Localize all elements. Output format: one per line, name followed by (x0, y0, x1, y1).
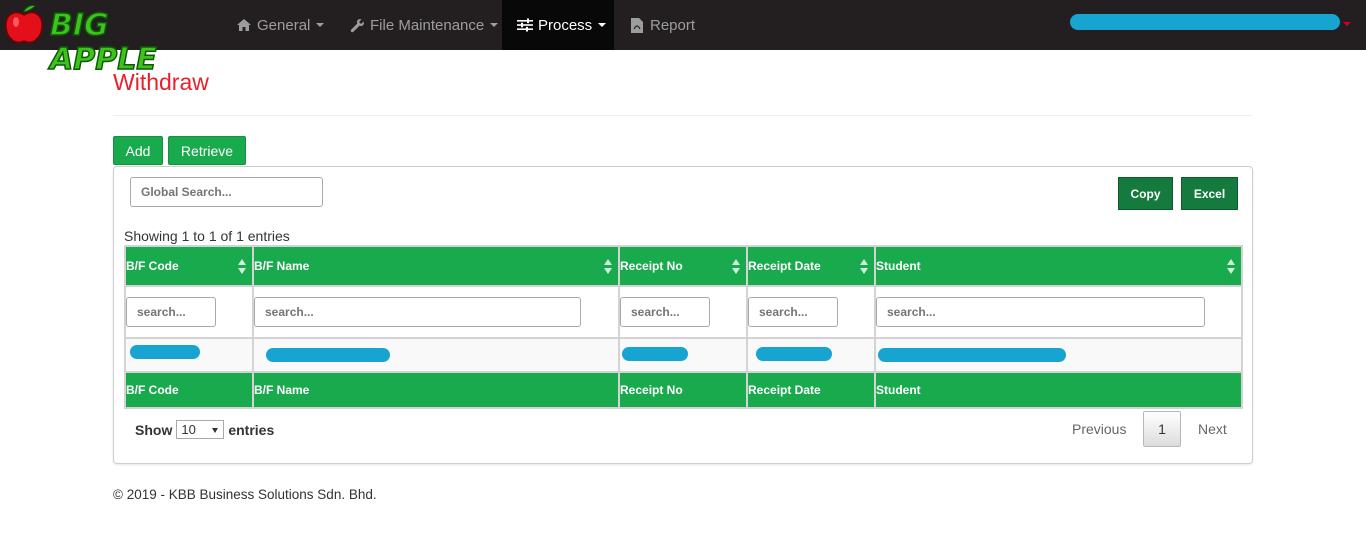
withdraw-table: B/F Code B/F Name Receipt No Receipt Dat… (124, 245, 1243, 409)
excel-button[interactable]: Excel (1181, 177, 1238, 210)
previous-page-button[interactable]: Previous (1072, 411, 1126, 447)
column-header-label: B/F Code (126, 259, 179, 273)
chevron-down-icon (316, 23, 325, 27)
column-search-cell (618, 285, 748, 339)
wrench-icon (348, 17, 366, 33)
redacted-value (266, 348, 390, 362)
table-row[interactable] (124, 337, 1243, 373)
redacted-value (130, 345, 200, 359)
column-footer: B/F Name (252, 371, 620, 409)
column-header[interactable]: Receipt Date (746, 245, 876, 287)
receipt-date-search-input[interactable] (748, 297, 838, 327)
table-info: Showing 1 to 1 of 1 entries (124, 228, 290, 244)
column-header-label: Receipt No (620, 259, 683, 273)
column-header[interactable]: Receipt No (618, 245, 748, 287)
column-search-row (124, 285, 1243, 339)
sort-icon (1227, 259, 1235, 275)
entries-label: entries (228, 421, 275, 438)
page-1-button[interactable]: 1 (1143, 411, 1181, 447)
footer-copyright: © 2019 - KBB Business Solutions Sdn. Bhd… (113, 487, 377, 502)
nav-process-label: Process (538, 16, 593, 34)
column-search-cell (874, 285, 1243, 339)
sort-icon (860, 259, 868, 275)
pdf-file-icon (628, 17, 646, 33)
table-footer-row: B/F Code B/F Name Receipt No Receipt Dat… (124, 371, 1243, 409)
bf-code-search-input[interactable] (126, 297, 216, 327)
nav-file-maintenance[interactable]: File Maintenance (348, 0, 499, 50)
page-title: Withdraw (113, 69, 209, 95)
column-header-label: Student (876, 259, 921, 273)
column-footer: Student (874, 371, 1243, 409)
sort-icon (732, 259, 740, 275)
sort-icon (604, 259, 612, 275)
column-header-label: Receipt Date (748, 259, 821, 273)
table-cell (252, 337, 620, 373)
show-label: Show (135, 421, 173, 438)
redacted-value (878, 348, 1066, 362)
brand-logo[interactable]: BIG APPLE (4, 3, 216, 77)
apple-icon (5, 5, 43, 43)
nav-report[interactable]: Report (628, 0, 695, 50)
column-footer: B/F Code (124, 371, 254, 409)
chevron-down-icon (598, 23, 607, 27)
redacted-value (622, 347, 688, 361)
column-header[interactable]: B/F Code (124, 245, 254, 287)
top-navbar: BIG APPLE General File Maintenance Proce… (0, 0, 1366, 77)
table-cell (124, 337, 254, 373)
column-search-cell (124, 285, 254, 339)
page-length-control: Show 10 entries (135, 420, 274, 439)
nav-general[interactable]: General (235, 0, 325, 50)
chevron-down-icon (490, 23, 499, 27)
table-cell (874, 337, 1243, 373)
column-search-cell (746, 285, 876, 339)
nav-file-maintenance-label: File Maintenance (370, 16, 485, 34)
global-search-input[interactable] (130, 177, 323, 207)
next-page-button[interactable]: Next (1198, 411, 1227, 447)
add-button[interactable]: Add (113, 136, 163, 165)
column-header-label: B/F Name (254, 259, 310, 273)
table-header-row: B/F Code B/F Name Receipt No Receipt Dat… (124, 245, 1243, 287)
bf-name-search-input[interactable] (254, 297, 581, 327)
divider (113, 115, 1253, 116)
nav-report-label: Report (650, 16, 696, 34)
copy-button[interactable]: Copy (1118, 177, 1173, 210)
page-length-select[interactable]: 10 (176, 420, 225, 439)
retrieve-button[interactable]: Retrieve (168, 136, 246, 165)
brand-name: BIG APPLE (49, 8, 157, 78)
redacted-value (756, 347, 832, 361)
column-header[interactable]: B/F Name (252, 245, 620, 287)
student-search-input[interactable] (876, 297, 1205, 327)
receipt-no-search-input[interactable] (620, 297, 710, 327)
nav-general-label: General (257, 16, 311, 34)
column-header[interactable]: Student (874, 245, 1243, 287)
sliders-icon (516, 17, 534, 33)
nav-process[interactable]: Process (502, 0, 614, 50)
home-icon (235, 17, 253, 33)
user-menu[interactable] (1070, 14, 1340, 30)
sort-icon (238, 259, 246, 275)
column-footer: Receipt No (618, 371, 748, 409)
table-cell (746, 337, 876, 373)
column-search-cell (252, 285, 620, 339)
chevron-down-icon (1343, 22, 1351, 26)
column-footer: Receipt Date (746, 371, 876, 409)
table-cell (618, 337, 748, 373)
